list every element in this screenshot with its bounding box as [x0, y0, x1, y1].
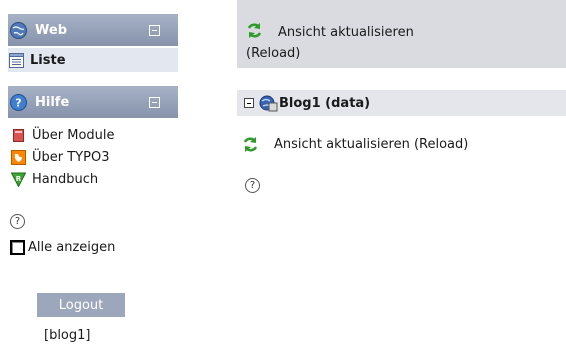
reload-label-top[interactable]: Ansicht aktualisieren: [278, 22, 414, 43]
menu-item-handbuch[interactable]: R Handbuch: [10, 168, 98, 190]
module-menu: Web Liste ? Hilfe Über Module Über TYPO3…: [0, 0, 230, 349]
content-top-bar: Ansicht aktualisieren (Reload): [237, 0, 566, 68]
reload-label-line2: (Reload): [246, 46, 301, 61]
reload-icon: [246, 22, 263, 39]
tree-collapse-icon[interactable]: [244, 98, 254, 108]
menu-item-label: Handbuch: [32, 171, 99, 187]
reload-label: Ansicht aktualisieren (Reload): [274, 137, 469, 152]
manual-icon: R: [10, 172, 27, 188]
typo3-logo-icon: [11, 149, 26, 165]
reload-icon: [242, 136, 259, 153]
root-page-icon[interactable]: [258, 94, 278, 112]
menu-item-label: Über TYPO3: [32, 149, 110, 165]
menu-item-liste[interactable]: Liste: [8, 48, 178, 72]
menu-item-ueber-module[interactable]: Über Module: [10, 124, 115, 146]
reload-label-line1: Ansicht aktualisieren: [278, 25, 414, 40]
reload-link-content[interactable]: Ansicht aktualisieren (Reload): [242, 136, 468, 153]
globe-icon: [10, 21, 27, 39]
module-info-icon: [11, 128, 26, 143]
show-all-option[interactable]: Alle anzeigen: [10, 240, 115, 255]
group-header-hilfe[interactable]: ? Hilfe: [8, 86, 178, 118]
help-group-icon: ?: [10, 93, 27, 111]
username: [blog1]: [44, 328, 91, 343]
reload-link-top[interactable]: [246, 22, 263, 39]
logout-button[interactable]: Logout: [37, 293, 125, 317]
svg-text:?: ?: [15, 96, 21, 109]
show-all-checkbox[interactable]: [10, 240, 25, 255]
collapse-web-icon[interactable]: [149, 25, 160, 36]
group-title-hilfe: Hilfe: [35, 94, 70, 110]
collapse-hilfe-icon[interactable]: [149, 97, 160, 108]
tree-root-label[interactable]: Blog1 (data): [279, 96, 370, 111]
help-icon[interactable]: ?: [10, 214, 25, 229]
help-icon[interactable]: ?: [245, 178, 260, 193]
list-icon: [9, 52, 24, 68]
group-title-web: Web: [35, 22, 67, 38]
svg-text:R: R: [16, 175, 22, 183]
show-all-label: Alle anzeigen: [28, 240, 116, 255]
page-tree-root: Blog1 (data): [237, 90, 566, 116]
menu-item-ueber-typo3[interactable]: Über TYPO3: [10, 146, 109, 168]
menu-item-label: Über Module: [32, 127, 115, 143]
menu-item-label: Liste: [30, 52, 66, 68]
reload-label-top-line2[interactable]: (Reload): [246, 43, 300, 64]
group-header-web[interactable]: Web: [8, 14, 178, 46]
